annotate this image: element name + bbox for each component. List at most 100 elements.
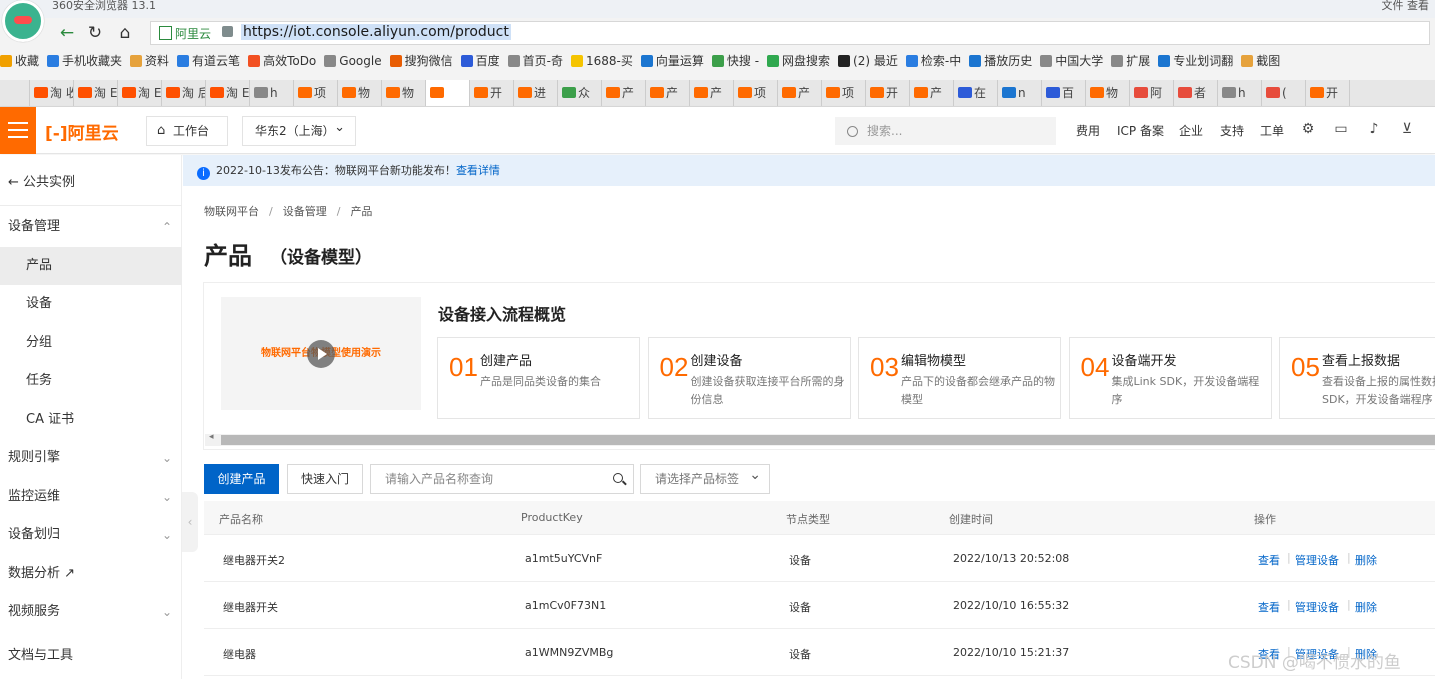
- url-text[interactable]: https://iot.console.aliyun.com/product: [241, 24, 511, 40]
- search-icon[interactable]: [613, 473, 623, 483]
- create-product-button[interactable]: 创建产品: [204, 464, 279, 494]
- browser-tab[interactable]: 产: [778, 80, 822, 106]
- guide-step[interactable]: 05 查看上报数据 查看设备上报的属性数据 SDK，开发设备端程序: [1279, 337, 1435, 419]
- nav-link-enterprise[interactable]: 企业: [1179, 122, 1203, 139]
- browser-tab[interactable]: n: [998, 80, 1042, 106]
- delete-link[interactable]: 删除: [1355, 599, 1377, 615]
- bookmark-item[interactable]: 中国大学: [1040, 49, 1103, 73]
- bookmark-item[interactable]: 手机收藏夹: [47, 49, 122, 73]
- bookmark-item[interactable]: 检索-中: [905, 49, 961, 73]
- quick-start-button[interactable]: 快速入门: [287, 464, 363, 494]
- sidebar-item[interactable]: 设备: [0, 285, 182, 323]
- browser-tab[interactable]: 产: [910, 80, 954, 106]
- horizontal-scrollbar[interactable]: [205, 432, 1435, 446]
- browser-tab[interactable]: 淘 E: [74, 80, 118, 106]
- browser-tab[interactable]: 项: [822, 80, 866, 106]
- sidebar-item[interactable]: CA 证书: [0, 401, 182, 439]
- bookmark-item[interactable]: 向量运算: [640, 49, 704, 73]
- guide-step[interactable]: 04 设备端开发 集成Link SDK，开发设备端程序: [1068, 337, 1272, 419]
- cloud-shell-icon[interactable]: ⚙: [1299, 120, 1317, 138]
- sidebar-item[interactable]: 数据分析 ↗: [0, 555, 182, 593]
- browser-tab[interactable]: 淘 收: [30, 80, 74, 106]
- notice-link[interactable]: 查看详情: [456, 164, 500, 177]
- guide-step[interactable]: 01 创建产品 产品是同品类设备的集合: [437, 337, 640, 419]
- browser-tab[interactable]: h: [1218, 80, 1262, 106]
- browser-tab[interactable]: 开: [866, 80, 910, 106]
- bookmark-item[interactable]: 百度: [460, 49, 500, 73]
- nav-link-support[interactable]: 支持: [1220, 122, 1244, 139]
- browser-tab[interactable]: 产: [646, 80, 690, 106]
- bookmark-item[interactable]: 1688-买: [570, 49, 633, 73]
- bookmark-item[interactable]: (2) 最近: [838, 49, 898, 73]
- bell-icon[interactable]: ♪: [1365, 120, 1383, 138]
- aliyun-logo[interactable]: [-]阿里云: [45, 119, 119, 144]
- scrollbar-thumb[interactable]: [221, 435, 1435, 445]
- browser-tab[interactable]: 淘 E: [206, 80, 250, 106]
- console-search-input[interactable]: 搜索...: [835, 117, 1056, 145]
- sidebar-item[interactable]: 设备划归 ⌄: [0, 516, 182, 554]
- product-name-search-input[interactable]: [370, 464, 634, 494]
- browser-tab[interactable]: [426, 80, 470, 106]
- breadcrumb-item[interactable]: 物联网平台: [204, 205, 259, 218]
- bookmark-item[interactable]: 资料: [130, 49, 169, 73]
- manage-devices-link[interactable]: 管理设备: [1295, 599, 1339, 615]
- workbench-button[interactable]: 工作台: [146, 116, 228, 146]
- browser-tab[interactable]: 淘 E: [118, 80, 162, 106]
- sidebar-item[interactable]: 设备管理 ⌃: [0, 208, 182, 246]
- bookmark-item[interactable]: 首页-奇: [507, 49, 563, 73]
- browser-tab[interactable]: 进: [514, 80, 558, 106]
- guide-step[interactable]: 03 编辑物模型 产品下的设备都会继承产品的物模型: [858, 337, 1061, 419]
- view-link[interactable]: 查看: [1258, 552, 1280, 568]
- view-link[interactable]: 查看: [1258, 599, 1280, 615]
- bookmark-item[interactable]: 收藏: [0, 49, 39, 73]
- browser-tab[interactable]: 众: [558, 80, 602, 106]
- bookmark-item[interactable]: 网盘搜索: [767, 49, 830, 73]
- manage-devices-link[interactable]: 管理设备: [1295, 552, 1339, 568]
- terminal-icon[interactable]: ▭: [1332, 120, 1350, 138]
- browser-tab[interactable]: 在: [954, 80, 998, 106]
- bookmark-item[interactable]: 高效ToDo: [248, 49, 316, 73]
- browser-tab[interactable]: 产: [602, 80, 646, 106]
- sidebar-item[interactable]: 规则引擎 ⌄: [0, 439, 182, 477]
- browser-tab[interactable]: 物: [338, 80, 382, 106]
- browser-tab[interactable]: 项: [294, 80, 338, 106]
- browser-tab[interactable]: 百: [1042, 80, 1086, 106]
- guide-step[interactable]: 02 创建设备 创建设备获取连接平台所需的身份信息: [647, 337, 851, 419]
- home-icon[interactable]: ⌂: [114, 22, 136, 44]
- browser-tab[interactable]: (: [1262, 80, 1306, 106]
- video-thumbnail[interactable]: 物联网平台物模型使用演示: [221, 297, 421, 410]
- menu-icon[interactable]: [0, 107, 36, 154]
- bookmark-item[interactable]: 截图: [1241, 49, 1280, 73]
- refresh-icon[interactable]: ↻: [84, 22, 106, 44]
- cart-icon[interactable]: ⊻: [1398, 120, 1416, 138]
- collapse-sidebar-icon[interactable]: ‹: [182, 492, 198, 552]
- browser-tab[interactable]: 开: [470, 80, 514, 106]
- sidebar-item[interactable]: 视频服务 ⌄: [0, 593, 182, 631]
- sidebar-item[interactable]: 文档与工具: [0, 637, 182, 675]
- region-select[interactable]: 华东2（上海）: [242, 114, 356, 146]
- breadcrumb-item[interactable]: 设备管理: [283, 205, 327, 218]
- nav-link-icp[interactable]: ICP 备案: [1117, 122, 1164, 139]
- browser-tab[interactable]: h: [250, 80, 294, 106]
- bookmark-item[interactable]: 快搜 -: [711, 49, 759, 73]
- browser-tab[interactable]: 开: [1306, 80, 1350, 106]
- bookmark-item[interactable]: 搜狗微信: [389, 49, 453, 73]
- browser-tab[interactable]: 阿: [1130, 80, 1174, 106]
- back-to-instances[interactable]: ← 公共实例: [8, 171, 75, 190]
- bookmark-item[interactable]: Google: [324, 49, 382, 73]
- browser-top-menu[interactable]: 文件 查看: [1382, 0, 1430, 13]
- browser-tab[interactable]: 物: [1086, 80, 1130, 106]
- sidebar-item[interactable]: 分组: [0, 324, 182, 362]
- nav-link-billing[interactable]: 费用: [1076, 122, 1100, 139]
- browser-tab[interactable]: 者: [1174, 80, 1218, 106]
- browser-tab[interactable]: 产: [690, 80, 734, 106]
- sidebar-item[interactable]: 任务: [0, 362, 182, 400]
- browser-tab[interactable]: 物: [382, 80, 426, 106]
- address-bar[interactable]: 阿里云 https://iot.console.aliyun.com/produ…: [150, 21, 1430, 45]
- bookmark-item[interactable]: 有道云笔: [177, 49, 240, 73]
- bookmark-item[interactable]: 专业划词翻: [1158, 49, 1233, 73]
- tab-nav-icon[interactable]: [0, 80, 30, 106]
- sidebar-item[interactable]: 产品: [0, 246, 182, 285]
- bookmark-item[interactable]: 播放历史: [969, 49, 1032, 73]
- back-arrow-icon[interactable]: ←: [56, 22, 78, 44]
